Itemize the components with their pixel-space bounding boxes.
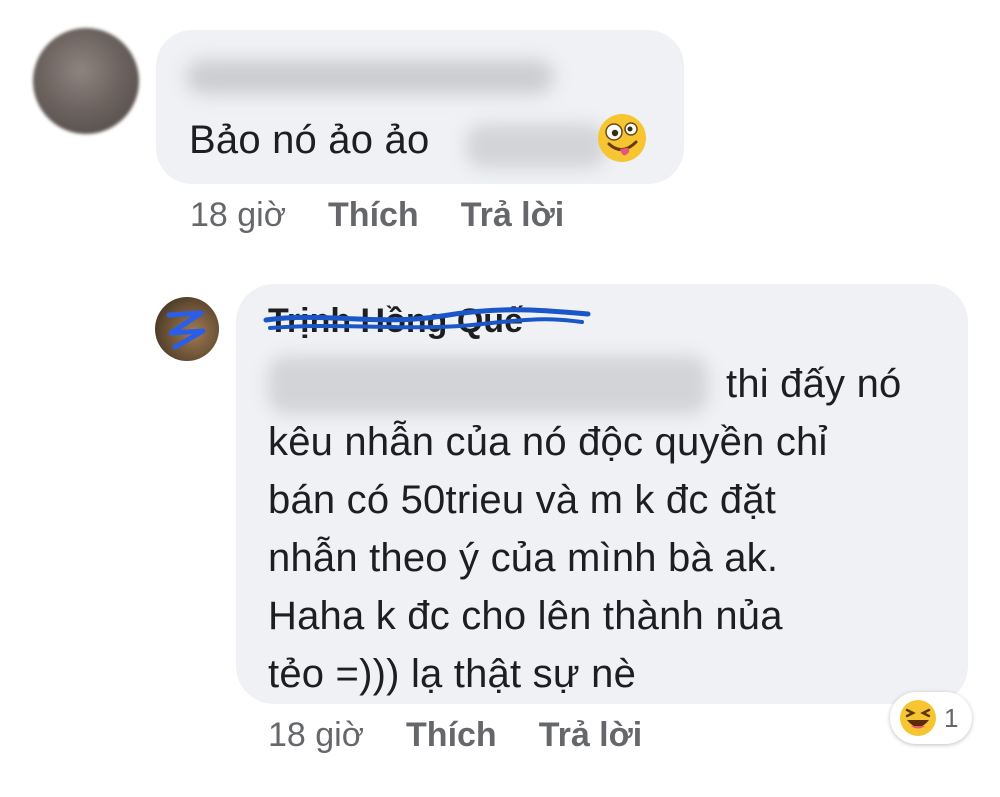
comment-bubble: Bảo nó ảo ảo [156,30,684,184]
comment-line: kêu nhẫn của nó độc quyền chỉ [268,420,828,464]
like-button[interactable]: Thích [328,196,419,234]
comment-bubble: Trịnh Hồng Quế thi đấy nó kêu nhẫn của n… [236,284,968,704]
timestamp: 18 giờ [190,196,287,234]
comment-line: Haha k đc cho lên thành nủa [268,594,783,638]
avatar[interactable] [33,28,139,134]
zany-face-emoji [598,114,646,162]
comment-text: thi đấy nó kêu nhẫn của nó độc quyền chỉ… [268,356,958,704]
comment-line: nhẫn theo ý của mình bà ak. [268,536,779,580]
reaction-count: 1 [944,702,959,733]
comment-line: tẻo =))) lạ thật sự nè [268,652,637,696]
avatar[interactable] [155,297,219,361]
comment-line: thi đấy nó [726,362,902,406]
strikeout-scribble [263,307,591,330]
comment-line: bán có 50trieu và m k đc đặt [268,478,777,522]
comment-actions: 18 giờ Thích Trả lời [190,196,606,235]
reply-button[interactable]: Trả lời [539,716,643,754]
comment-actions: 18 giờ Thích Trả lời [268,716,684,755]
reaction-badge[interactable]: 1 [890,692,973,744]
blurred-author-name[interactable] [186,60,554,94]
timestamp: 18 giờ [268,716,365,754]
scribble-overlay [166,310,206,350]
like-button[interactable]: Thích [406,716,497,754]
blurred-mention [466,124,606,168]
reply-button[interactable]: Trả lời [461,196,565,234]
comment-text: Bảo nó ảo ảo [189,118,430,162]
laughing-emoji-icon [900,700,936,736]
